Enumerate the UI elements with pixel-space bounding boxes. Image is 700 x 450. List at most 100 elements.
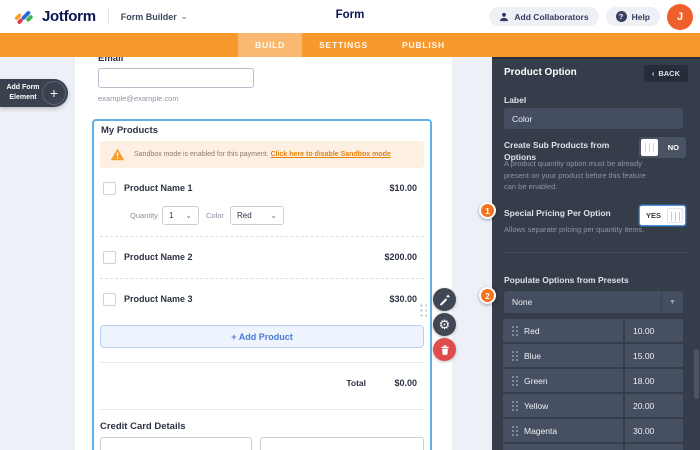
email-input[interactable] [98, 68, 254, 88]
option-row[interactable]: Green 18.00 [503, 369, 683, 392]
warning-triangle-icon [110, 148, 125, 161]
add-collaborators-button[interactable]: Add Collaborators [489, 7, 599, 26]
magic-wand-icon [440, 294, 451, 306]
add-form-element-button[interactable]: Add Form Element + [0, 79, 68, 107]
drag-handle[interactable] [511, 425, 518, 436]
option-list: Red 10.00 Blue 15.00 Green 18.00 Yellow … [503, 319, 683, 450]
total-label: Total [346, 378, 366, 388]
drag-handle[interactable] [511, 400, 518, 411]
toggle-state-label: NO [667, 143, 679, 152]
option-price: 18.00 [625, 369, 683, 392]
quantity-label: Quantity [130, 211, 158, 220]
top-header: Jotform Form Builder ⌄ Form Add Collabor… [0, 0, 700, 33]
special-pricing-label: Special Pricing Per Option [504, 208, 611, 218]
divider [100, 409, 424, 410]
jotform-logo-icon[interactable] [14, 7, 34, 27]
option-row[interactable]: Magenta 30.00 [503, 419, 683, 442]
add-product-button[interactable]: + Add Product [100, 325, 424, 348]
label-input[interactable]: Color [504, 108, 683, 129]
color-label: Color [206, 211, 224, 220]
chevron-down-icon: ⌄ [180, 12, 188, 21]
credit-card-number-input[interactable] [100, 437, 252, 450]
delete-button[interactable] [433, 338, 456, 361]
credit-card-heading: Credit Card Details [100, 421, 186, 432]
sub-products-help: A product quantity option must be alread… [504, 159, 646, 192]
product-3-price: $30.00 [389, 294, 417, 304]
presets-value: None [512, 297, 533, 307]
divider [504, 252, 688, 253]
sandbox-warning: Sandbox mode is enabled for this payment… [100, 141, 424, 168]
question-mark-icon: ? [615, 11, 627, 22]
color-select[interactable]: Red ⌄ [230, 206, 284, 225]
product-3-checkbox[interactable] [103, 293, 116, 306]
special-pricing-toggle[interactable]: YES [639, 205, 686, 226]
help-button[interactable]: ? Help [605, 7, 660, 26]
products-payment-element[interactable]: My Products Sandbox mode is enabled for … [92, 119, 432, 450]
sub-products-toggle[interactable]: NO [639, 137, 686, 158]
option-row[interactable]: Red 10.00 [503, 319, 683, 342]
gear-icon: ⚙ [438, 317, 451, 332]
tab-settings[interactable]: SETTINGS [302, 33, 385, 57]
option-price: 10.00 [625, 319, 683, 342]
drag-handle[interactable] [511, 325, 518, 336]
drag-handle[interactable] [511, 375, 518, 386]
presets-dropdown[interactable]: None ▼ [504, 291, 683, 313]
properties-panel: Product Option ‹ BACK Label Color Create… [492, 57, 700, 450]
quantity-select[interactable]: 1 ⌄ [162, 206, 199, 225]
jotform-form-builder: Jotform Form Builder ⌄ Form Add Collabor… [0, 0, 700, 450]
toggle-knob [667, 208, 683, 223]
magic-wand-button[interactable] [433, 288, 456, 311]
dropdown-caret-icon: ▼ [661, 291, 683, 313]
option-name: Blue [524, 350, 542, 361]
drag-handle[interactable] [511, 350, 518, 361]
total-value: $0.00 [394, 378, 417, 388]
divider [100, 236, 424, 237]
help-label: Help [631, 11, 650, 22]
disable-sandbox-link[interactable]: Click here to disable Sandbox mode [271, 151, 391, 158]
builder-nav: BUILD SETTINGS PUBLISH [0, 33, 700, 57]
header-left: Jotform Form Builder ⌄ [14, 0, 187, 33]
option-name: Red [524, 325, 540, 336]
panel-title: Product Option [504, 67, 577, 78]
option-price: 15.00 [625, 344, 683, 367]
back-button[interactable]: ‹ BACK [643, 65, 688, 82]
email-field-label: Email [98, 57, 124, 64]
toggle-knob [641, 139, 658, 156]
form-builder-label: Form Builder [120, 11, 177, 22]
product-2-price: $200.00 [384, 252, 417, 262]
product-2-checkbox[interactable] [103, 251, 116, 264]
page-title: Form [335, 9, 365, 21]
tab-build[interactable]: BUILD [238, 33, 303, 57]
option-name: Yellow [524, 400, 549, 411]
presets-label: Populate Options from Presets [504, 275, 629, 285]
step-badge-1: 1 [479, 202, 496, 219]
back-label: BACK [658, 69, 680, 78]
products-heading: My Products [101, 125, 159, 136]
settings-button[interactable]: ⚙ [433, 313, 456, 336]
form-builder-switcher[interactable]: Form Builder ⌄ [121, 12, 188, 22]
divider [100, 362, 424, 363]
option-row[interactable]: Yellow 20.00 [503, 394, 683, 417]
toggle-state-label: YES [646, 211, 662, 220]
brand-name[interactable]: Jotform [42, 8, 96, 25]
avatar[interactable]: J [667, 3, 693, 30]
tab-publish[interactable]: PUBLISH [385, 33, 462, 57]
product-1-price: $10.00 [389, 183, 417, 193]
option-row[interactable]: Blue 15.00 [503, 344, 683, 367]
form-canvas: Email example@example.com My Products Sa… [75, 57, 452, 450]
product-1-name: Product Name 1 [124, 183, 193, 193]
email-field-sublabel: example@example.com [98, 94, 179, 103]
drag-handle[interactable] [419, 303, 427, 318]
product-1-checkbox[interactable] [103, 182, 116, 195]
nav-tabs: BUILD SETTINGS PUBLISH [0, 33, 700, 57]
plus-icon: + [42, 81, 66, 105]
step-badge-2: 2 [479, 287, 496, 304]
chevron-down-icon: ⌄ [185, 211, 192, 220]
credit-card-expiry-input[interactable] [260, 437, 424, 450]
panel-scrollbar[interactable] [694, 349, 699, 399]
option-row-partial[interactable] [503, 444, 683, 450]
option-price: 30.00 [625, 419, 683, 442]
sandbox-warning-text: Sandbox mode is enabled for this payment… [134, 151, 391, 158]
product-3-name: Product Name 3 [124, 294, 193, 304]
color-value: Red [237, 211, 252, 220]
